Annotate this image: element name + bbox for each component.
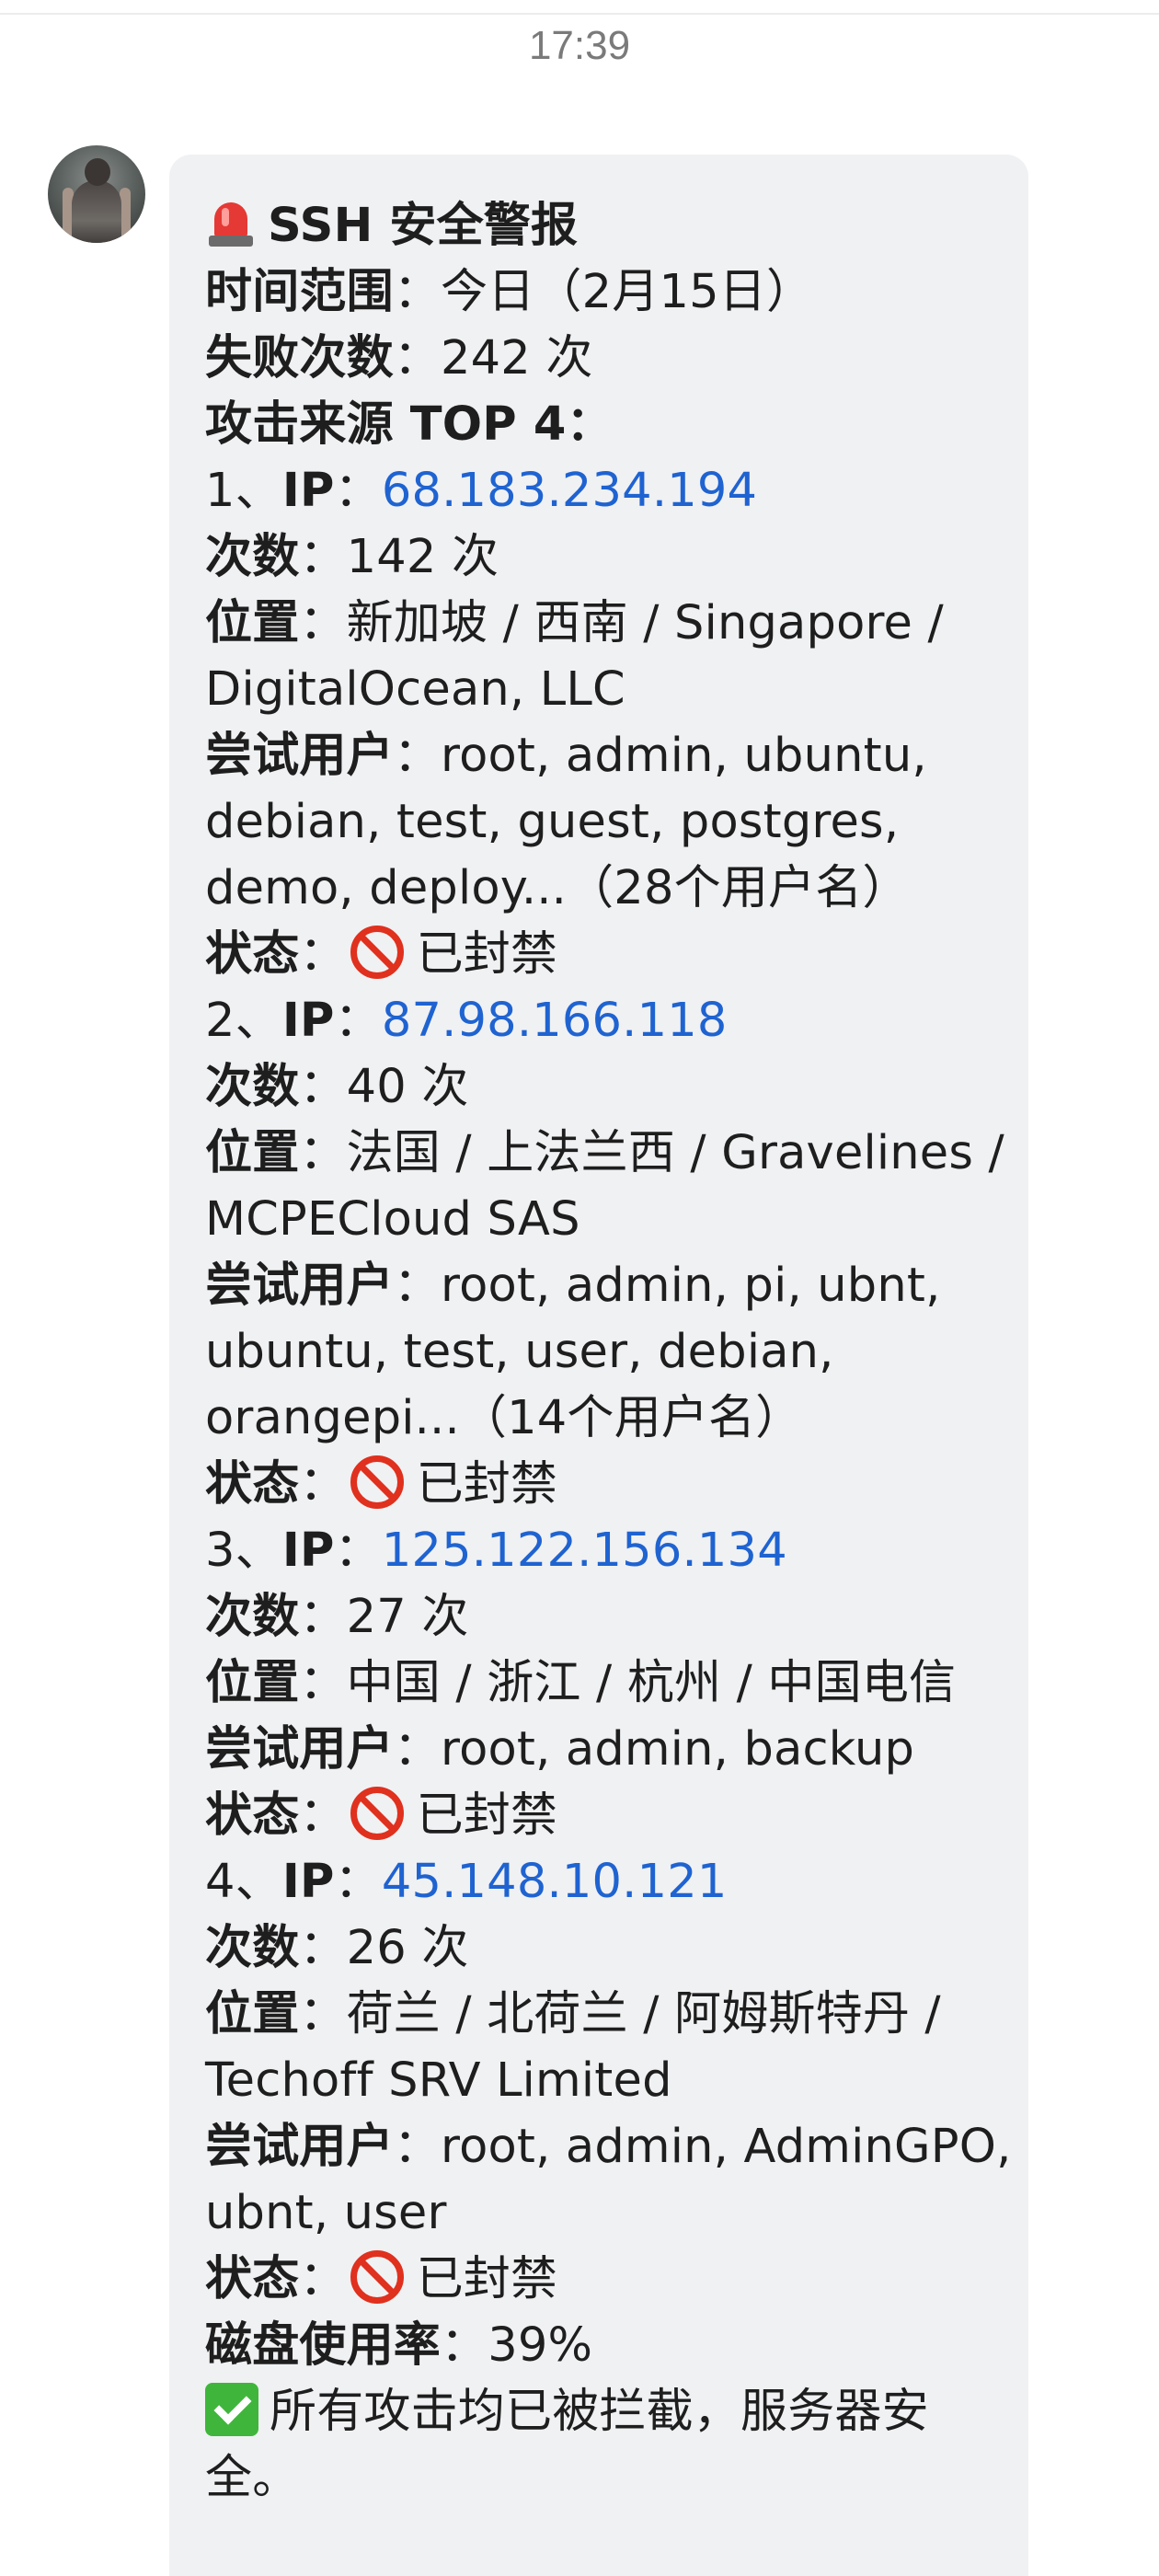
source-count-row: 次数：26 次 bbox=[205, 1921, 469, 1975]
source-status-row: 状态： 已封禁 bbox=[205, 926, 558, 982]
summary-row: 所有攻击均已被拦截，服务器安全。 bbox=[205, 2379, 1015, 2512]
count-value: 142 次 bbox=[346, 530, 499, 584]
ip-label: IP bbox=[281, 994, 335, 1048]
ip-label: IP bbox=[281, 464, 335, 518]
status-value: 已封禁 bbox=[416, 927, 558, 982]
count-label: 次数 bbox=[205, 1921, 300, 1975]
source-entry-2: 2、IP：87.98.166.118 次数：40 次 位置：法国 / 上法兰西 … bbox=[205, 988, 1015, 1518]
source-location-row: 位置：法国 / 上法兰西 / Gravelines / MCPECloud SA… bbox=[205, 1126, 1004, 1247]
fail-count-row: 失败次数：242 次 bbox=[205, 331, 593, 385]
source-ip-row: 2、IP：87.98.166.118 bbox=[205, 994, 728, 1048]
top-sources-label: 攻击来源 TOP 4 bbox=[205, 397, 567, 452]
location-label: 位置 bbox=[205, 1656, 300, 1710]
status-value: 已封禁 bbox=[416, 1788, 558, 1843]
disk-usage-value: 39% bbox=[488, 2318, 593, 2373]
source-count-row: 次数：142 次 bbox=[205, 530, 499, 584]
source-count-row: 次数：27 次 bbox=[205, 1590, 469, 1644]
status-label: 状态 bbox=[205, 927, 300, 982]
source-entry-3: 3、IP：125.122.156.134 次数：27 次 位置：中国 / 浙江 … bbox=[205, 1518, 1015, 1849]
ip-label: IP bbox=[281, 1855, 335, 1909]
location-label: 位置 bbox=[205, 596, 300, 650]
ip-link[interactable]: 125.122.156.134 bbox=[382, 1524, 787, 1578]
source-index: 3、 bbox=[205, 1524, 282, 1578]
status-label: 状态 bbox=[205, 1457, 300, 1512]
alert-title-line: SSH 安全警报 bbox=[205, 193, 1015, 259]
prohibited-icon bbox=[350, 2250, 404, 2304]
source-index: 1、 bbox=[205, 464, 282, 518]
users-label: 尝试用户 bbox=[205, 1259, 394, 1313]
location-value: 荷兰 / 北荷兰 / 阿姆斯特丹 / Techoff SRV Limited bbox=[205, 1987, 941, 2108]
ip-link[interactable]: 45.148.10.121 bbox=[382, 1855, 728, 1909]
count-value: 40 次 bbox=[346, 1060, 469, 1114]
source-users-row: 尝试用户：root, admin, AdminGPO, ubnt, user bbox=[205, 2120, 1012, 2240]
siren-icon bbox=[205, 197, 257, 248]
avatar-figure-body bbox=[72, 180, 121, 243]
fail-count-label: 失败次数 bbox=[205, 331, 394, 385]
source-status-row: 状态： 已封禁 bbox=[205, 1455, 558, 1512]
count-label: 次数 bbox=[205, 1590, 300, 1644]
status-value: 已封禁 bbox=[416, 1457, 558, 1512]
prohibited-icon bbox=[350, 926, 404, 979]
avatar-figure-head bbox=[85, 158, 110, 186]
avatar[interactable] bbox=[48, 145, 145, 243]
count-value: 27 次 bbox=[346, 1590, 469, 1644]
location-value: 法国 / 上法兰西 / Gravelines / MCPECloud SAS bbox=[205, 1126, 1004, 1247]
check-mark-icon bbox=[205, 2383, 258, 2436]
ip-label: IP bbox=[281, 1524, 335, 1578]
location-label: 位置 bbox=[205, 1987, 300, 2041]
source-users-row: 尝试用户：root, admin, backup bbox=[205, 1722, 915, 1777]
message-timestamp: 17:39 bbox=[528, 23, 631, 68]
source-users-row: 尝试用户：root, admin, pi, ubnt, ubuntu, test… bbox=[205, 1259, 941, 1445]
alert-title: SSH 安全警报 bbox=[268, 199, 579, 253]
users-value: root, admin, backup bbox=[441, 1722, 915, 1777]
source-location-row: 位置：中国 / 浙江 / 杭州 / 中国电信 bbox=[205, 1656, 957, 1710]
time-range-label: 时间范围 bbox=[205, 265, 394, 319]
disk-usage-row: 磁盘使用率：39% bbox=[205, 2318, 593, 2373]
users-label: 尝试用户 bbox=[205, 729, 394, 783]
top-sources-heading: 攻击来源 TOP 4： bbox=[205, 397, 614, 452]
ip-link[interactable]: 87.98.166.118 bbox=[382, 994, 728, 1048]
source-users-row: 尝试用户：root, admin, ubuntu, debian, test, … bbox=[205, 729, 927, 915]
prohibited-icon bbox=[350, 1787, 404, 1840]
prohibited-icon bbox=[350, 1455, 404, 1509]
count-label: 次数 bbox=[205, 530, 300, 584]
source-ip-row: 4、IP：45.148.10.121 bbox=[205, 1855, 728, 1909]
source-ip-row: 3、IP：125.122.156.134 bbox=[205, 1524, 787, 1578]
source-count-row: 次数：40 次 bbox=[205, 1060, 469, 1114]
users-label: 尝试用户 bbox=[205, 2120, 394, 2174]
fail-count-value: 242 次 bbox=[441, 331, 593, 385]
time-range-row: 时间范围：今日（2月15日） bbox=[205, 265, 814, 319]
source-status-row: 状态： 已封禁 bbox=[205, 2250, 558, 2306]
source-status-row: 状态： 已封禁 bbox=[205, 1787, 558, 1843]
message-content: SSH 安全警报 时间范围：今日（2月15日） 失败次数：242 次 攻击来源 … bbox=[205, 193, 1015, 2512]
count-label: 次数 bbox=[205, 1060, 300, 1114]
location-value: 中国 / 浙江 / 杭州 / 中国电信 bbox=[346, 1656, 957, 1710]
source-entry-1: 1、IP：68.183.234.194 次数：142 次 位置：新加坡 / 西南… bbox=[205, 458, 1015, 988]
source-entry-4: 4、IP：45.148.10.121 次数：26 次 位置：荷兰 / 北荷兰 /… bbox=[205, 1849, 1015, 2313]
disk-usage-label: 磁盘使用率 bbox=[205, 2318, 442, 2373]
top-divider bbox=[0, 0, 1159, 15]
time-range-value: 今日（2月15日） bbox=[441, 265, 814, 319]
count-value: 26 次 bbox=[346, 1921, 469, 1975]
summary-text: 所有攻击均已被拦截，服务器安全。 bbox=[205, 2385, 929, 2505]
location-label: 位置 bbox=[205, 1126, 300, 1180]
ip-link[interactable]: 68.183.234.194 bbox=[382, 464, 757, 518]
location-value: 新加坡 / 西南 / Singapore / DigitalOcean, LLC bbox=[205, 596, 944, 717]
status-label: 状态 bbox=[205, 2252, 300, 2306]
status-label: 状态 bbox=[205, 1788, 300, 1843]
source-index: 2、 bbox=[205, 994, 282, 1048]
source-location-row: 位置：荷兰 / 北荷兰 / 阿姆斯特丹 / Techoff SRV Limite… bbox=[205, 1987, 941, 2108]
source-location-row: 位置：新加坡 / 西南 / Singapore / DigitalOcean, … bbox=[205, 596, 944, 717]
status-value: 已封禁 bbox=[416, 2252, 558, 2306]
users-label: 尝试用户 bbox=[205, 1722, 394, 1777]
source-ip-row: 1、IP：68.183.234.194 bbox=[205, 464, 758, 518]
source-index: 4、 bbox=[205, 1855, 282, 1909]
